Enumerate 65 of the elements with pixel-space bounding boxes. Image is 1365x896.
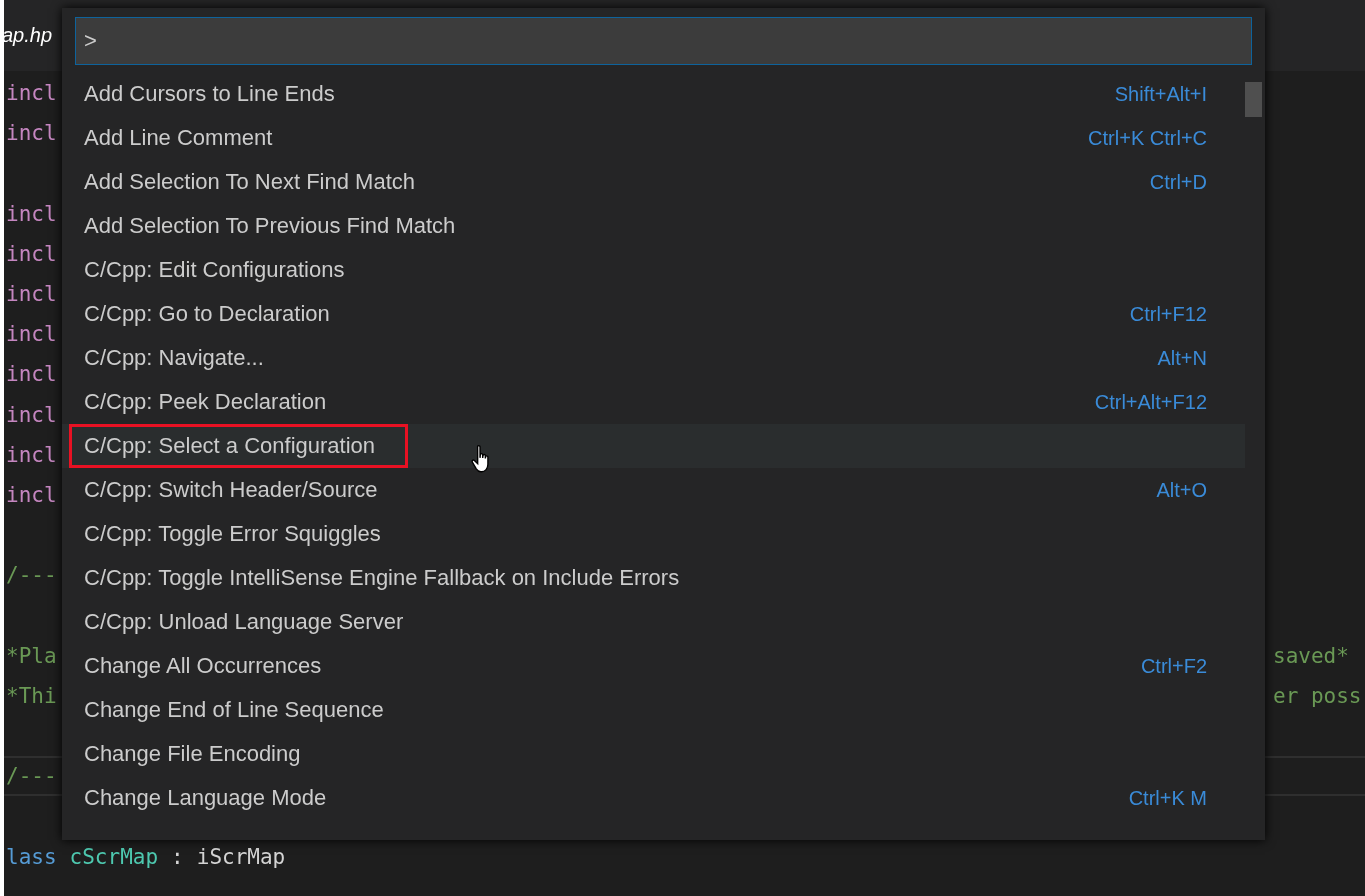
keybinding-label: Ctrl+D bbox=[1149, 170, 1207, 194]
command-input-field[interactable]: > bbox=[75, 17, 1252, 65]
command-label: Change File Encoding bbox=[84, 740, 301, 768]
code-text: incl bbox=[5, 121, 57, 146]
keybinding-label: Ctrl+K M bbox=[1128, 786, 1207, 810]
code-text: incl bbox=[5, 482, 57, 507]
command-item[interactable]: Add Cursors to Line Ends Shift+Alt+I bbox=[62, 72, 1245, 116]
command-label: C/Cpp: Switch Header/Source bbox=[84, 476, 378, 504]
command-item[interactable]: Change All Occurrences Ctrl+F2 bbox=[62, 644, 1245, 688]
code-text: incl bbox=[5, 241, 57, 266]
code-text: incl bbox=[5, 322, 57, 347]
keybinding-label: Shift+Alt+I bbox=[1114, 82, 1207, 106]
code-token: lass bbox=[6, 844, 57, 869]
command-item[interactable]: C/Cpp: Switch Header/Source Alt+O bbox=[62, 468, 1245, 512]
command-label: Add Selection To Previous Find Match bbox=[84, 212, 456, 240]
command-item[interactable]: C/Cpp: Navigate... Alt+N bbox=[62, 336, 1245, 380]
command-label: Change End of Line Sequence bbox=[84, 696, 384, 724]
code-text: saved* bbox=[1273, 643, 1350, 668]
code-text: incl bbox=[5, 402, 57, 427]
keybinding-label: Alt+O bbox=[1156, 478, 1207, 502]
code-text: /--- bbox=[5, 764, 57, 789]
code-text: er poss bbox=[1273, 683, 1363, 708]
command-label: C/Cpp: Toggle IntelliSense Engine Fallback on Include Errors bbox=[84, 564, 680, 592]
code-token: : bbox=[171, 844, 184, 869]
keybinding-label: Ctrl+F12 bbox=[1129, 302, 1207, 326]
keybinding-label: Ctrl+Alt+F12 bbox=[1094, 390, 1207, 414]
code-text: *Thi bbox=[5, 683, 57, 708]
command-item[interactable]: C/Cpp: Unload Language Server bbox=[62, 600, 1245, 644]
command-label: Add Selection To Next Find Match bbox=[84, 168, 415, 196]
code-token: cScrMap bbox=[69, 844, 159, 869]
code-text: /--- bbox=[5, 563, 57, 588]
command-item[interactable]: Add Selection To Next Find Match Ctrl+D bbox=[62, 160, 1245, 204]
code-text: incl bbox=[5, 201, 57, 226]
code-text: incl bbox=[5, 81, 57, 106]
command-item[interactable]: C/Cpp: Toggle IntelliSense Engine Fallback on Include Errors bbox=[62, 556, 1245, 600]
command-item[interactable]: Add Line Comment Ctrl+K Ctrl+C bbox=[62, 116, 1245, 160]
command-item[interactable]: Change Language Mode Ctrl+K M bbox=[62, 776, 1245, 820]
code-text: incl bbox=[5, 362, 57, 387]
command-item[interactable]: C/Cpp: Edit Configurations bbox=[62, 248, 1245, 292]
code-text: incl bbox=[5, 442, 57, 467]
command-label: C/Cpp: Navigate... bbox=[84, 344, 264, 372]
keybinding-label: Ctrl+F2 bbox=[1140, 654, 1207, 678]
command-label: C/Cpp: Peek Declaration bbox=[84, 388, 327, 416]
editor-tab[interactable]: ap.hp bbox=[2, 24, 53, 47]
command-label: Change All Occurrences bbox=[84, 652, 322, 680]
command-label: C/Cpp: Select a Configuration bbox=[72, 427, 406, 465]
code-token: iScrMap bbox=[196, 844, 286, 869]
command-label: Add Line Comment bbox=[84, 124, 273, 152]
command-label: C/Cpp: Unload Language Server bbox=[84, 608, 404, 636]
code-text: incl bbox=[5, 282, 57, 307]
code-text: *Pla bbox=[5, 643, 57, 668]
command-label: C/Cpp: Toggle Error Squiggles bbox=[84, 520, 381, 548]
command-item[interactable]: Change End of Line Sequence bbox=[62, 688, 1245, 732]
keybinding-label: Ctrl+K Ctrl+C bbox=[1088, 126, 1207, 150]
command-item[interactable]: C/Cpp: Peek Declaration Ctrl+Alt+F12 bbox=[62, 380, 1245, 424]
command-item[interactable]: Change File Encoding bbox=[62, 732, 1245, 776]
command-label: Change Language Mode bbox=[84, 784, 327, 812]
command-item[interactable]: C/Cpp: Go to Declaration Ctrl+F12 bbox=[62, 292, 1245, 336]
scrollbar-thumb[interactable] bbox=[1245, 82, 1262, 117]
command-item[interactable]: Add Selection To Previous Find Match bbox=[62, 204, 1245, 248]
command-label: Add Cursors to Line Ends bbox=[84, 80, 335, 108]
command-item[interactable]: C/Cpp: Toggle Error Squiggles bbox=[62, 512, 1245, 556]
keybinding-label: Alt+N bbox=[1157, 346, 1207, 370]
command-label: C/Cpp: Go to Declaration bbox=[84, 300, 330, 328]
command-label: C/Cpp: Edit Configurations bbox=[84, 256, 345, 284]
